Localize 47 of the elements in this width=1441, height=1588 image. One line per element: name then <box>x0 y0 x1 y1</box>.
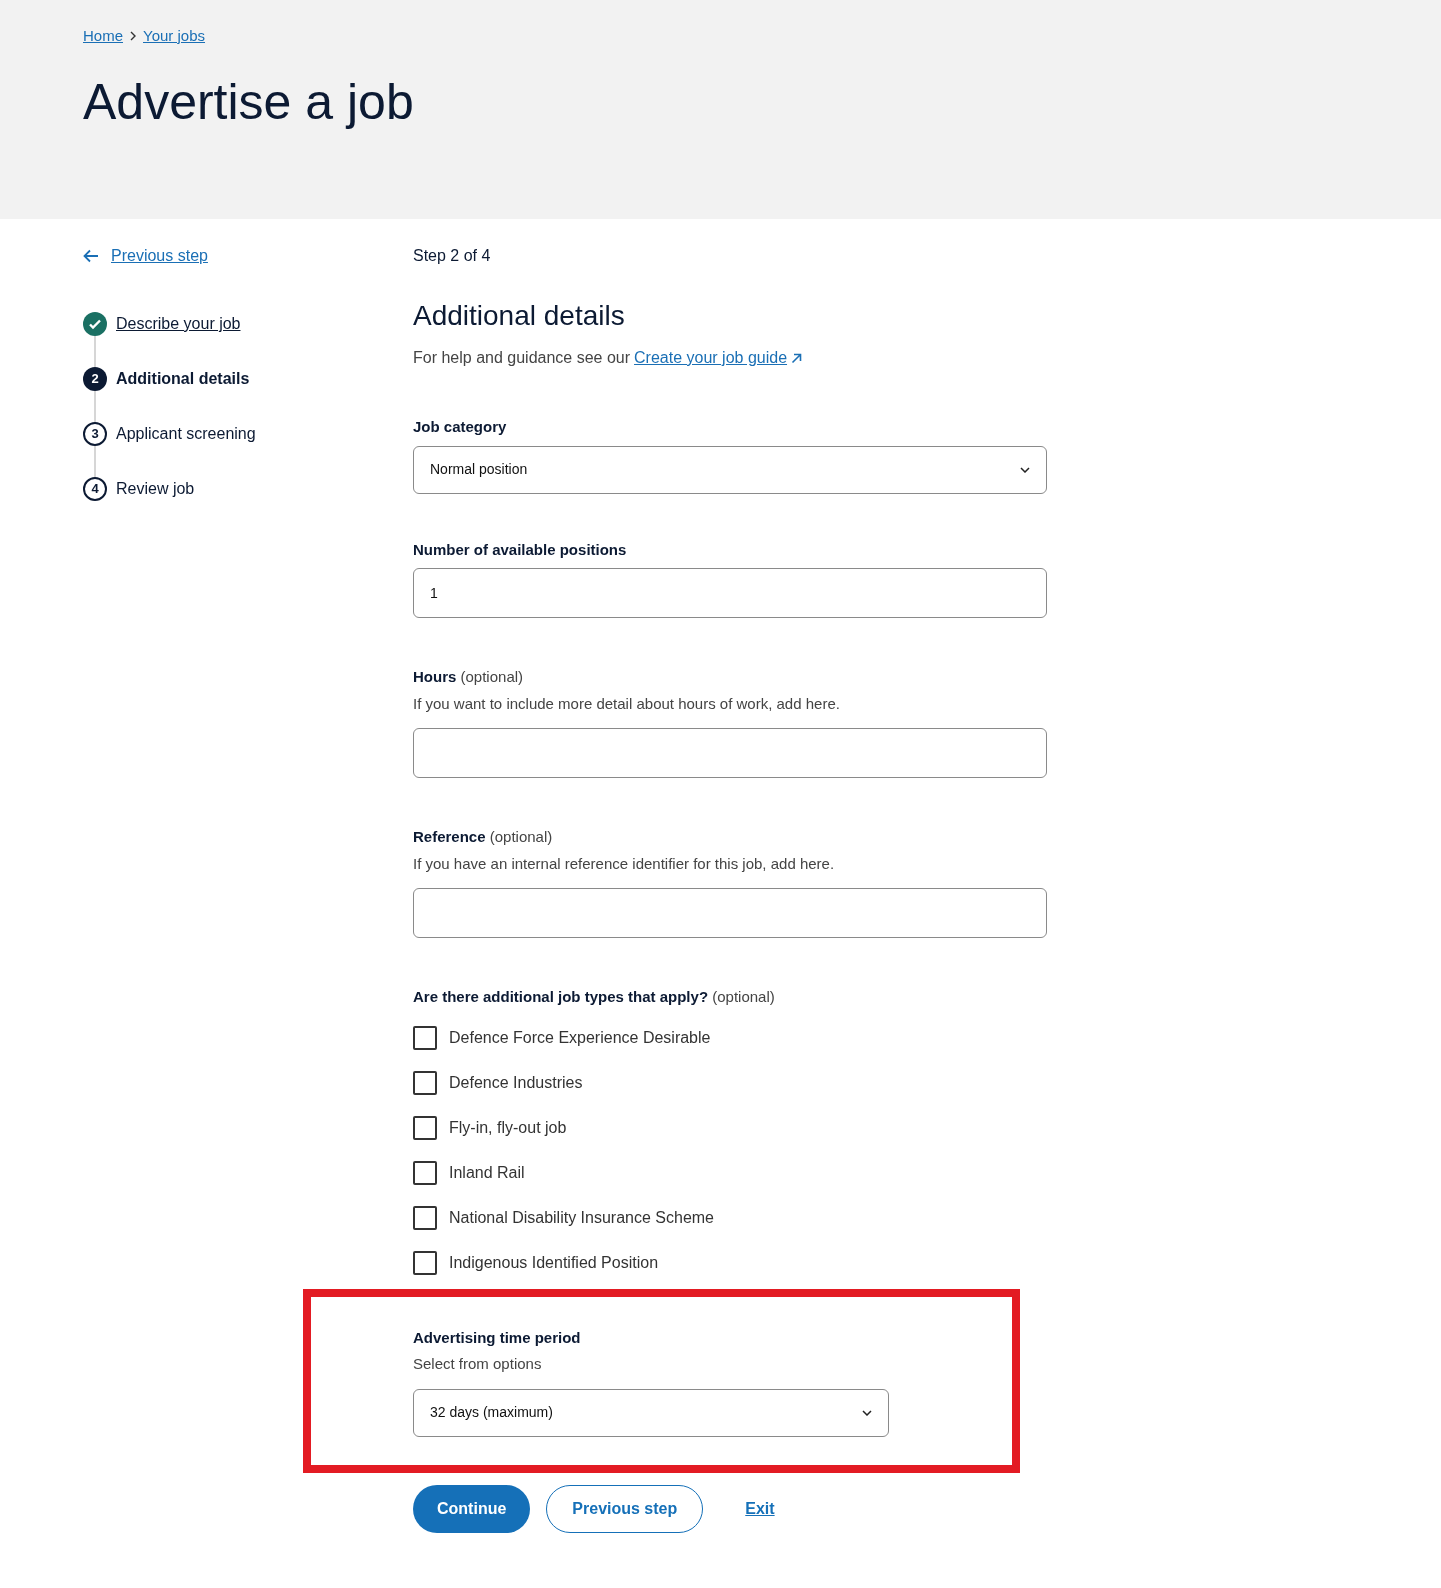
job-category-select[interactable]: Normal position <box>413 445 1047 494</box>
checkbox-label: Indigenous Identified Position <box>449 1252 659 1273</box>
checkbox-label: National Disability Insurance Scheme <box>449 1207 714 1228</box>
question-label: Are there additional job types that apply? (optional) <box>413 987 776 1007</box>
field-label: Reference (optional) <box>413 827 554 847</box>
field-hint: Select from options <box>413 1354 543 1374</box>
chevron-right-icon <box>130 31 136 42</box>
job-guide-link[interactable]: Create your job guide <box>634 346 788 370</box>
previous-step-link[interactable]: Previous step <box>111 244 208 268</box>
field-label: Job category <box>413 417 508 437</box>
checkbox[interactable] <box>413 1160 437 1185</box>
field-label: Number of available positions <box>413 539 628 560</box>
step-label: Applicant screening <box>116 424 256 444</box>
exit-link[interactable]: Exit <box>745 1496 775 1521</box>
chevron-down-icon <box>862 1409 872 1416</box>
step-counter: Step 2 of 4 <box>413 246 492 266</box>
step-number: 2 <box>83 367 107 391</box>
field-hint: If you want to include more detail about hours of work, add here. <box>413 693 841 714</box>
step-number: 3 <box>83 422 107 446</box>
step-label: Review job <box>116 479 195 499</box>
field-label: Advertising time period <box>413 1327 582 1348</box>
arrow-left-icon <box>83 249 99 263</box>
field-label: Hours (optional) <box>413 667 525 687</box>
breadcrumb-link[interactable]: Your jobs <box>143 25 205 48</box>
checkbox-label: Fly-in, fly-out job <box>449 1117 567 1138</box>
breadcrumb-link[interactable]: Home <box>83 25 123 48</box>
advertising-period-select[interactable]: 32 days (maximum) <box>413 1388 889 1437</box>
previous-step-button[interactable]: Previous step <box>546 1484 704 1533</box>
step-number: 4 <box>83 477 107 501</box>
checkbox-label: Defence Force Experience Desirable <box>449 1027 711 1048</box>
continue-button[interactable]: Continue <box>413 1484 531 1533</box>
step-label[interactable]: Describe your job <box>116 312 241 336</box>
checkbox-label: Defence Industries <box>449 1072 583 1093</box>
page-title: Advertise a job <box>83 72 415 132</box>
checkbox[interactable] <box>413 1115 437 1140</box>
help-text-label: For help and guidance see our <box>413 348 631 368</box>
checkbox[interactable] <box>413 1205 437 1230</box>
section-title: Additional details <box>413 299 626 333</box>
step-label: Additional details <box>116 369 250 389</box>
checkbox[interactable] <box>413 1025 437 1050</box>
positions-input[interactable]: 1 <box>413 568 1047 618</box>
chevron-down-icon <box>1020 466 1030 473</box>
checkbox-label: Inland Rail <box>449 1162 525 1183</box>
checkbox[interactable] <box>413 1070 437 1095</box>
field-hint: If you have an internal reference identifier for this job, add here. <box>413 853 836 874</box>
external-link-icon <box>791 352 803 364</box>
checkbox[interactable] <box>413 1250 437 1275</box>
